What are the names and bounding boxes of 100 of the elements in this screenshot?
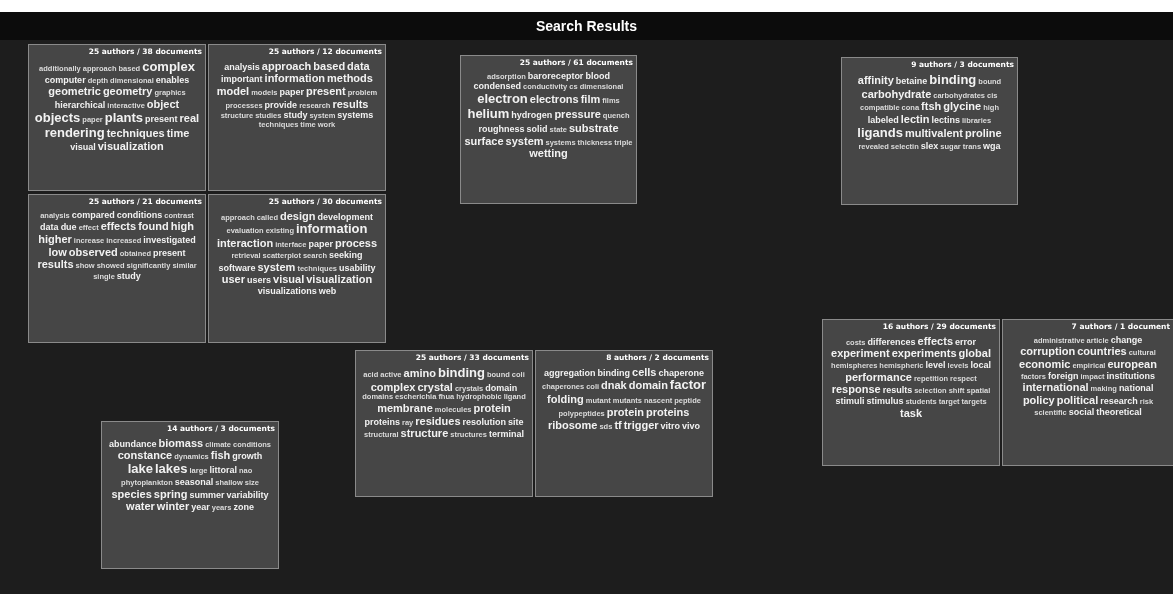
cloud-word: vitro [660,420,681,431]
cloud-word: study [116,270,141,282]
cloud-word: pressure [554,107,601,121]
cloud-word: complex [142,59,195,75]
cloud-word: surface [464,134,504,148]
cloud-word: analysis [224,61,260,73]
cloud-word: results [37,258,74,271]
word-cloud-card[interactable] [208,194,386,343]
cloud-word: process [334,237,378,250]
cloud-word: seasonal [174,476,214,488]
cloud-word: task [900,406,922,420]
cloud-word: usability [339,262,376,273]
cloud-word: hierarchical [54,99,106,111]
cloud-word: lakes [155,462,188,477]
cloud-word: aggregation [544,367,596,379]
cloud-word: foreign [1047,370,1079,381]
cloud-word: objects [34,110,81,126]
cloud-word: abundance [109,438,157,450]
cloud-word: high [170,220,194,233]
cloud-word: real [179,111,200,125]
cloud-word: error [955,336,977,348]
cloud-word: slex [920,140,939,151]
word-cloud-card[interactable] [208,44,386,191]
cloud-word: multivalent [904,126,963,140]
cloud-word: system [505,134,544,148]
cloud-word: visualization [306,273,373,286]
cloud-word: techniques [106,126,165,140]
cloud-word: growth [232,451,263,462]
word-cloud-card[interactable] [460,55,637,204]
cloud-word: change [1110,334,1143,346]
cloud-word: ligands [857,125,903,141]
word-cloud-card[interactable] [1002,319,1173,466]
cloud-word: response [831,383,881,396]
cloud-word: substrate [569,121,619,135]
cloud-word: visual [70,142,96,153]
cloud-word: proteins [646,405,690,419]
cloud-word: carbohydrate [861,87,932,101]
cloud-word: conditions [116,209,163,221]
cloud-word: helium [467,106,510,122]
cloud-word: tf [614,418,622,432]
cloud-word: due [60,222,77,233]
cloud-word: important [221,74,263,85]
cloud-word: information [295,222,368,238]
word-cloud-card[interactable] [822,319,1000,466]
cloud-word: study [283,110,308,121]
cloud-word: international [1022,381,1089,394]
cloud-word: geometry [102,85,153,98]
cloud-word: performance [845,370,912,384]
cloud-word: effects [917,334,954,348]
cloud-word: development [317,211,373,223]
cloud-word: differences [867,336,916,348]
cloud-word: countries [1077,345,1127,358]
cloud-word: terminal [488,429,524,440]
cloud-word: provide [264,99,298,110]
cloud-word: trigger [623,418,659,432]
cloud-word: economic [1019,358,1071,371]
cloud-word: research [1100,395,1138,407]
cloud-word: summer [189,489,225,500]
word-cloud-card[interactable] [28,194,206,343]
cloud-word: approach [261,59,312,73]
cloud-word: results [332,97,369,111]
word-cloud-card[interactable] [355,350,533,497]
cloud-word: hydrogen [511,109,553,121]
cloud-word: solid [526,123,548,135]
cloud-word: based [313,59,346,73]
cloud-word: species [111,487,152,501]
cloud-word: ribosome [547,418,598,432]
cloud-word: blood [585,70,610,82]
cloud-word: social [1068,406,1095,417]
cloud-word: chaperone [658,367,704,379]
word-cloud-card[interactable] [28,44,206,191]
cloud-word: resolution [462,416,506,427]
cloud-word: stimuli [835,395,865,407]
cloud-word: binding [437,365,485,381]
cloud-word: local [970,360,991,371]
cloud-word: users [247,275,272,286]
cloud-word: binding [929,72,977,88]
cloud-word: model [216,85,250,98]
cloud-word: stimulus [866,395,904,407]
cloud-word: time [166,126,190,140]
cloud-word: visualization [97,140,164,154]
word-cloud-card[interactable] [101,421,279,569]
cloud-word: condensed [473,81,522,92]
cloud-word: film [580,93,601,106]
cloud-word: fish [210,449,231,463]
cloud-word: baroreceptor [527,70,584,82]
cloud-word: variability [226,489,269,500]
cloud-word: effects [100,220,137,233]
cloud-word: paper [279,87,304,98]
word-cloud-card[interactable] [841,57,1018,205]
cloud-word: dnak [601,379,627,393]
cloud-word: lectin [900,112,930,126]
cloud-word: seeking [329,249,363,261]
cloud-word: web [318,285,337,297]
cloud-word: theoretical [1096,406,1142,417]
cloud-word: investigated [143,235,196,246]
cloud-word: compared [71,209,115,221]
cloud-word: folding [547,393,584,406]
cloud-word: data [40,222,59,233]
cloud-word: policy [1022,393,1055,407]
